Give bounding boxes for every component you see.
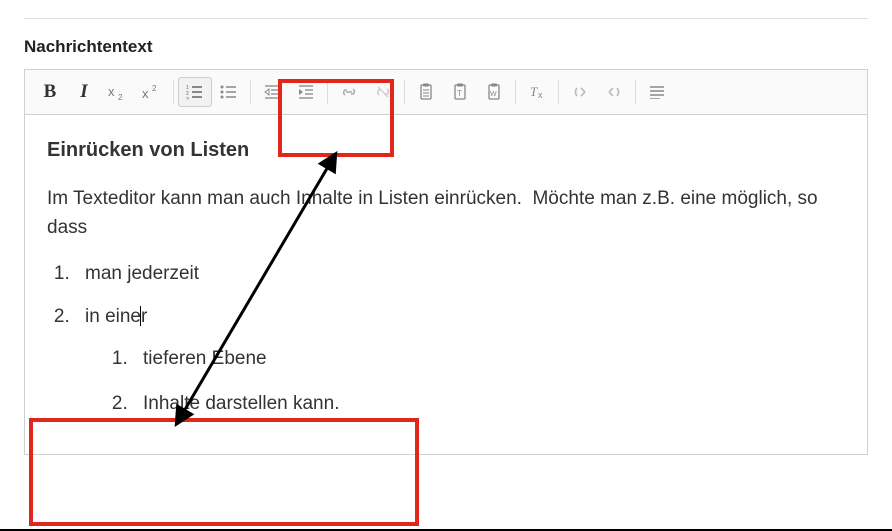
toolbar-separator [173, 80, 174, 104]
toolbar-separator [327, 80, 328, 104]
svg-text:W: W [490, 91, 497, 98]
svg-text:x: x [108, 84, 115, 99]
nested-ordered-list: tieferen Ebene Inhalte darstellen kann. [85, 345, 845, 418]
subscript-button[interactable]: x2 [101, 77, 135, 107]
content-heading: Einrücken von Listen [47, 135, 845, 165]
list-item: man jederzeit [75, 260, 845, 289]
toolbar-separator [558, 80, 559, 104]
link-button[interactable] [332, 77, 366, 107]
align-button[interactable] [640, 77, 674, 107]
svg-text:T: T [457, 89, 462, 98]
field-label: Nachrichtentext [24, 37, 868, 57]
outdent-button[interactable] [255, 77, 289, 107]
svg-text:2: 2 [118, 93, 123, 100]
paste-word-button[interactable]: W [477, 77, 511, 107]
list-item: in einer tieferen Ebene Inhalte darstell… [75, 303, 845, 419]
toolbar-separator [250, 80, 251, 104]
unlink-button[interactable] [366, 77, 400, 107]
svg-text:x: x [142, 86, 149, 100]
toolbar-separator [515, 80, 516, 104]
indent-button[interactable] [289, 77, 323, 107]
remove-format-button[interactable]: Tx [520, 77, 554, 107]
content-paragraph: Im Texteditor kann man auch Inhalte in L… [47, 185, 845, 242]
toolbar-separator [635, 80, 636, 104]
undo-button[interactable] [563, 77, 597, 107]
editor-toolbar: B I x2 x2 123 [25, 70, 867, 115]
redo-button[interactable] [597, 77, 631, 107]
superscript-button[interactable]: x2 [135, 77, 169, 107]
toolbar-separator [404, 80, 405, 104]
list-item: tieferen Ebene [133, 345, 845, 374]
list-item: Inhalte darstellen kann. [133, 390, 845, 419]
ordered-list-button[interactable]: 123 [178, 77, 212, 107]
rich-text-editor: B I x2 x2 123 [24, 69, 868, 455]
svg-text:x: x [538, 90, 543, 100]
paste-text-button[interactable]: T [443, 77, 477, 107]
svg-text:3: 3 [186, 97, 189, 100]
ordered-list: man jederzeit in einer tieferen Ebene In… [47, 260, 845, 418]
paste-button[interactable] [409, 77, 443, 107]
editor-content[interactable]: Einrücken von Listen Im Texteditor kann … [25, 115, 867, 454]
bold-button[interactable]: B [33, 77, 67, 107]
svg-text:2: 2 [152, 84, 157, 93]
italic-button[interactable]: I [67, 77, 101, 107]
svg-text:T: T [530, 84, 538, 99]
unordered-list-button[interactable] [212, 77, 246, 107]
